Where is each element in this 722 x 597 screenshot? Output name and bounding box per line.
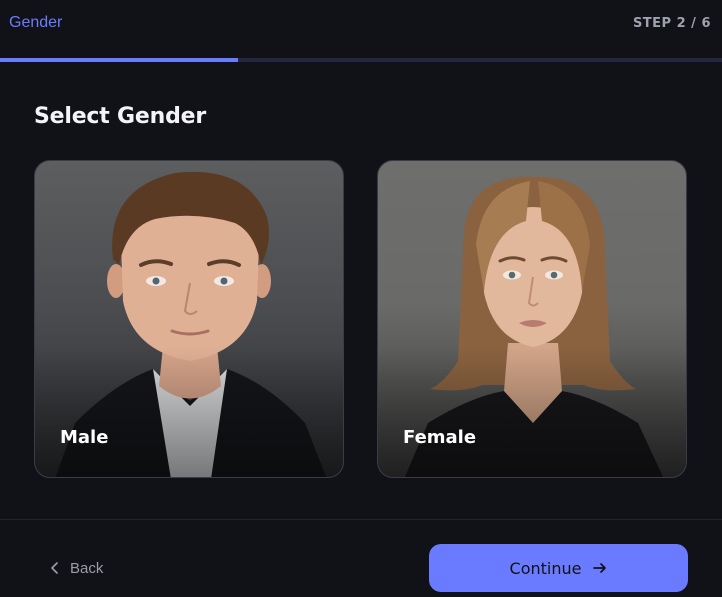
- gender-step-page: Gender STEP 2 / 6 Select Gender Male Fem…: [0, 0, 722, 597]
- gender-option-female[interactable]: Female: [377, 160, 687, 478]
- continue-button[interactable]: Continue: [429, 544, 688, 592]
- gender-option-label: Male: [60, 427, 109, 448]
- back-button[interactable]: Back: [50, 556, 103, 580]
- section-title: Select Gender: [34, 104, 207, 129]
- chevron-left-icon: [50, 562, 60, 574]
- header: Gender STEP 2 / 6: [0, 0, 722, 58]
- continue-button-label: Continue: [509, 558, 582, 578]
- progress-bar-fill: [0, 58, 239, 62]
- arrow-right-icon: [593, 562, 607, 574]
- step-indicator: STEP 2 / 6: [632, 16, 711, 31]
- card-shade: [35, 347, 343, 477]
- card-shade: [378, 347, 686, 477]
- gender-option-male[interactable]: Male: [34, 160, 344, 478]
- page-title: Gender: [9, 14, 63, 31]
- progress-bar: [0, 58, 722, 62]
- gender-option-label: Female: [403, 427, 477, 448]
- footer-divider: [0, 519, 722, 520]
- back-button-label: Back: [70, 559, 104, 577]
